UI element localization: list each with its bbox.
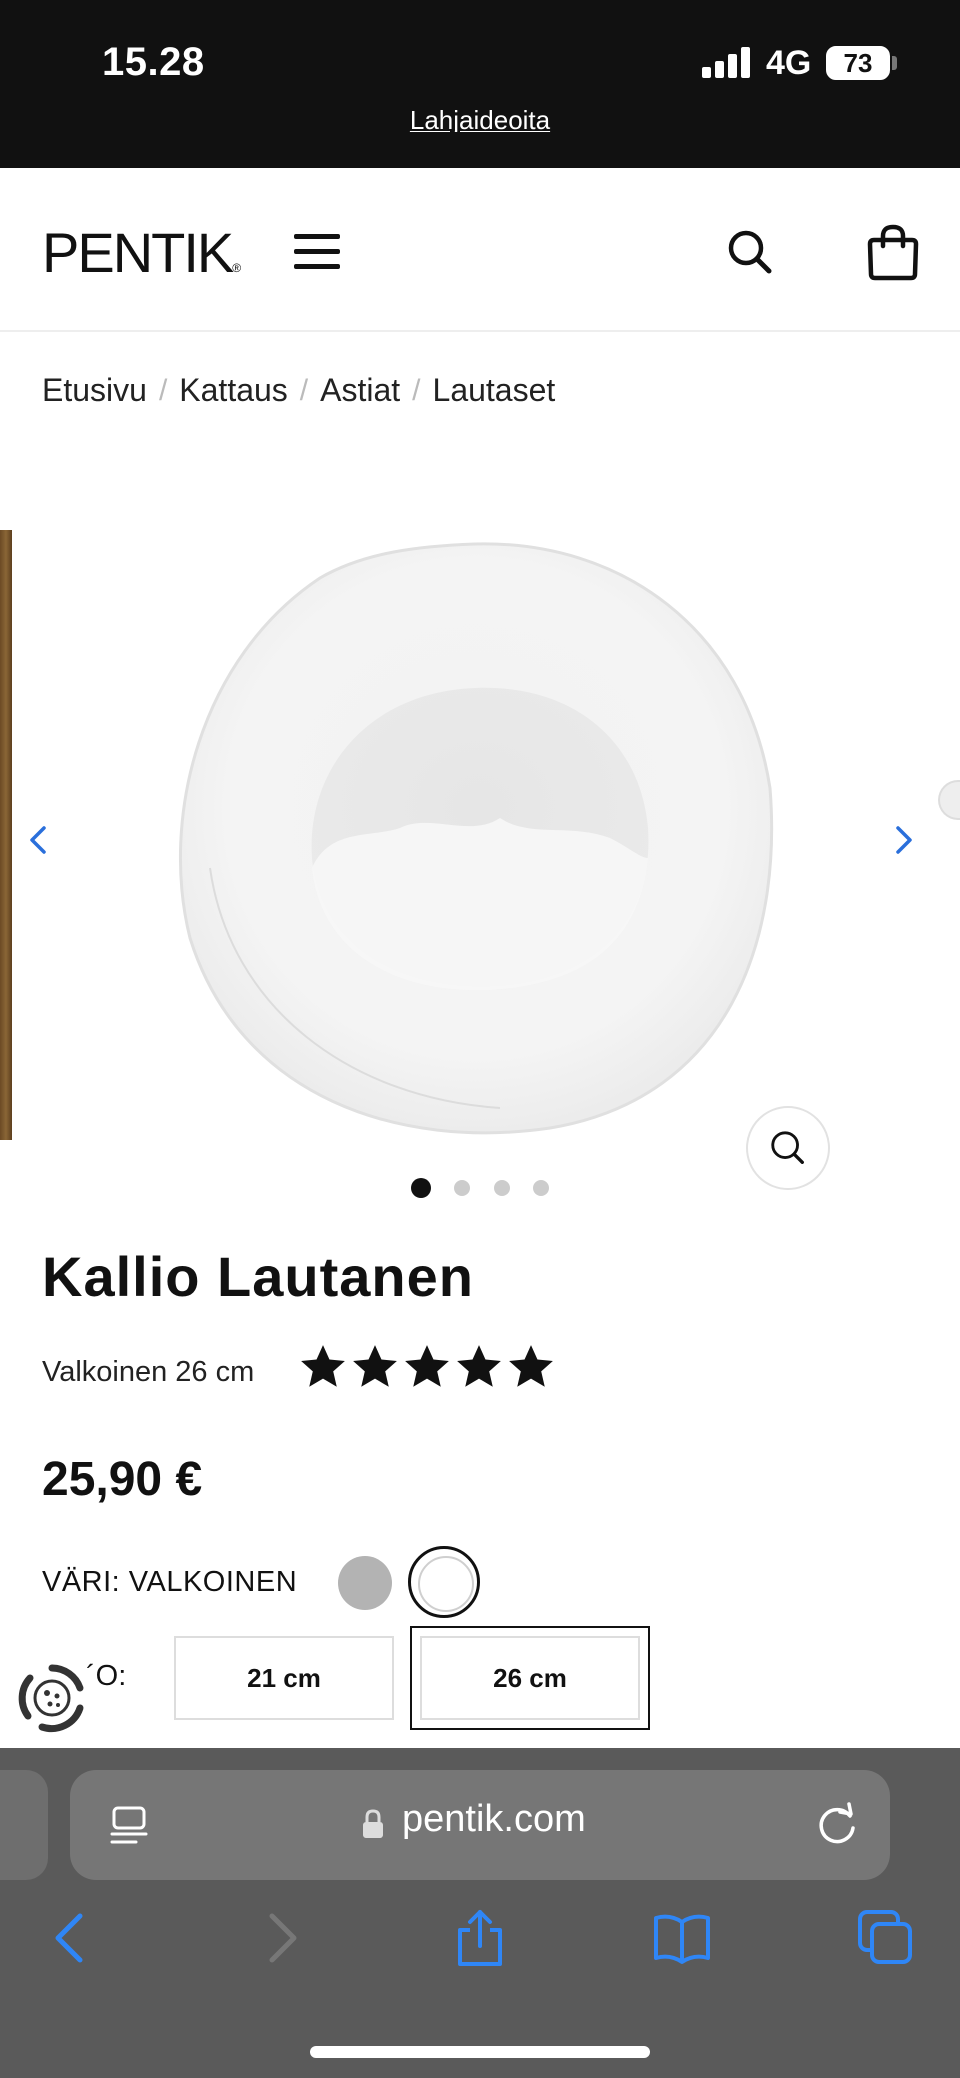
size-label: ´O: bbox=[86, 1660, 127, 1692]
forward-icon[interactable] bbox=[250, 1908, 310, 1968]
lock-icon bbox=[363, 1809, 383, 1838]
battery-nub bbox=[892, 56, 897, 70]
next-image-peek bbox=[938, 780, 960, 820]
star-icon bbox=[457, 1345, 501, 1387]
home-indicator[interactable] bbox=[310, 2046, 650, 2058]
address-bar[interactable]: pentik.com bbox=[70, 1770, 890, 1880]
signal-icon bbox=[702, 46, 750, 78]
star-icon bbox=[301, 1345, 345, 1387]
breadcrumb-item-kattaus[interactable]: Kattaus bbox=[179, 372, 288, 409]
battery-icon: 73 bbox=[826, 46, 890, 80]
breadcrumb-item-lautaset[interactable]: Lautaset bbox=[433, 372, 556, 409]
back-icon[interactable] bbox=[42, 1908, 102, 1968]
product-price: 25,90 € bbox=[42, 1453, 203, 1506]
network-label: 4G bbox=[766, 44, 812, 82]
breadcrumb-separator: / bbox=[158, 373, 168, 407]
search-icon[interactable] bbox=[722, 224, 778, 280]
star-icon bbox=[509, 1345, 553, 1387]
previous-image-peek bbox=[0, 530, 12, 1140]
color-label: VÄRI: VALKOINEN bbox=[42, 1566, 298, 1598]
color-swatch-white[interactable] bbox=[408, 1546, 480, 1618]
chevron-right-icon[interactable] bbox=[884, 820, 924, 860]
share-icon[interactable] bbox=[450, 1908, 510, 1968]
product-image-plate[interactable] bbox=[170, 538, 780, 1138]
breadcrumb-item-etusivu[interactable]: Etusivu bbox=[42, 372, 147, 409]
breadcrumb-separator: / bbox=[299, 373, 309, 407]
rating-stars[interactable] bbox=[298, 1342, 558, 1398]
reader-mode-icon[interactable] bbox=[110, 1804, 150, 1848]
gallery-dot-4[interactable] bbox=[533, 1180, 549, 1196]
breadcrumb-separator: / bbox=[412, 373, 421, 407]
shopping-bag-icon[interactable] bbox=[866, 222, 920, 282]
promo-banner-link[interactable]: Lahjaideoita bbox=[0, 102, 960, 132]
url-text: pentik.com bbox=[402, 1798, 586, 1840]
browser-bottom-bar: pentik.com bbox=[0, 1748, 960, 2078]
size-option-26cm[interactable]: 26 cm bbox=[410, 1626, 650, 1730]
breadcrumb-item-astiat[interactable]: Astiat bbox=[320, 372, 400, 409]
reload-icon[interactable] bbox=[814, 1802, 860, 1848]
status-time: 15.28 bbox=[102, 40, 205, 84]
zoom-button[interactable] bbox=[746, 1106, 830, 1190]
size-option-26cm-label: 26 cm bbox=[420, 1636, 640, 1720]
star-icon bbox=[405, 1345, 449, 1387]
color-swatch-grey[interactable] bbox=[338, 1556, 392, 1610]
status-bar: 15.28 4G 73 Lahjaideoita bbox=[0, 0, 960, 168]
gallery-dot-2[interactable] bbox=[454, 1180, 470, 1196]
product-gallery[interactable] bbox=[0, 520, 960, 1190]
product-variant-text: Valkoinen 26 cm bbox=[42, 1356, 255, 1388]
gallery-pagination bbox=[0, 1178, 960, 1204]
tabs-icon[interactable] bbox=[856, 1908, 916, 1968]
star-icon bbox=[353, 1345, 397, 1387]
zoom-icon bbox=[771, 1131, 804, 1164]
menu-icon[interactable] bbox=[294, 234, 340, 270]
chevron-left-icon[interactable] bbox=[18, 820, 58, 860]
product-title: Kallio Lautanen bbox=[42, 1245, 474, 1308]
gallery-dot-3[interactable] bbox=[494, 1180, 510, 1196]
gallery-dot-1[interactable] bbox=[411, 1178, 431, 1198]
pentik-logo[interactable]: PENTIK® bbox=[42, 220, 241, 285]
previous-tab-peek[interactable] bbox=[0, 1770, 48, 1880]
site-header: PENTIK® bbox=[0, 168, 960, 332]
cookie-settings-icon[interactable] bbox=[14, 1660, 90, 1736]
size-option-21cm[interactable]: 21 cm bbox=[174, 1636, 394, 1720]
breadcrumb: Etusivu / Kattaus / Astiat / Lautaset bbox=[42, 372, 555, 409]
bookmarks-icon[interactable] bbox=[652, 1908, 712, 1968]
